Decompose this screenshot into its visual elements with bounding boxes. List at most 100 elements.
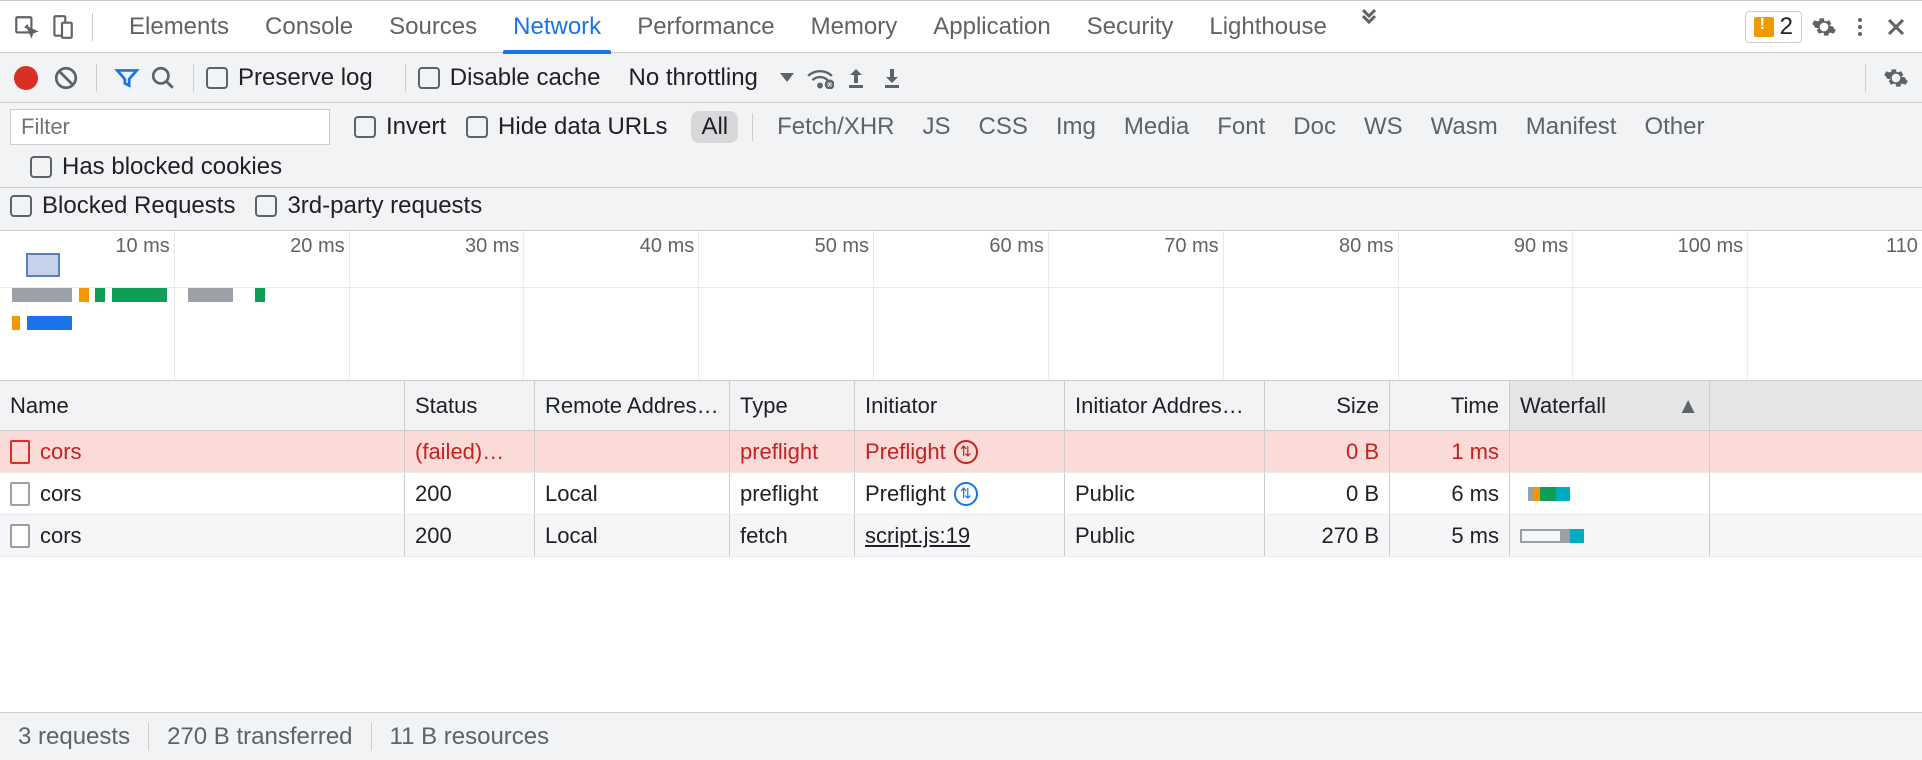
type-filter-font[interactable]: Font [1207,111,1275,143]
type-text: preflight [740,481,818,507]
table-row[interactable]: cors (failed)… preflight Preflight⇅ 0 B … [0,431,1922,473]
preserve-log-checkbox[interactable]: Preserve log [206,64,373,92]
tick-label: 20 ms [290,235,344,258]
network-table-body: cors (failed)… preflight Preflight⇅ 0 B … [0,431,1922,712]
type-filter-css[interactable]: CSS [969,111,1038,143]
type-filter-fetchxhr[interactable]: Fetch/XHR [767,111,904,143]
size-text: 0 B [1346,481,1379,507]
tick-label: 70 ms [1164,235,1218,258]
col-time[interactable]: Time [1390,381,1510,430]
status-requests: 3 requests [18,723,130,751]
time-text: 1 ms [1451,439,1499,465]
type-filter-js[interactable]: JS [913,111,961,143]
type-filter-img[interactable]: Img [1046,111,1106,143]
issues-badge[interactable]: 2 [1745,11,1802,43]
preflight-icon: ⇅ [954,440,978,464]
filter-input[interactable] [10,109,330,145]
file-icon [10,524,30,548]
type-filter-doc[interactable]: Doc [1283,111,1346,143]
issues-count: 2 [1780,13,1793,41]
table-row[interactable]: cors 200 Local preflight Preflight⇅ Publ… [0,473,1922,515]
waterfall-cell [1710,431,1922,472]
overview-selection[interactable] [26,253,60,277]
waterfall-cell [1710,473,1922,514]
tab-performance[interactable]: Performance [619,1,792,53]
type-filter-media[interactable]: Media [1114,111,1199,143]
waterfall-cell [1510,431,1710,472]
col-status[interactable]: Status [405,381,535,430]
invert-checkbox[interactable]: Invert [354,113,446,141]
time-text: 5 ms [1451,523,1499,549]
sort-asc-icon: ▲ [1677,393,1699,419]
type-filter-wasm[interactable]: Wasm [1421,111,1508,143]
type-filter-other[interactable]: Other [1634,111,1714,143]
size-text: 0 B [1346,439,1379,465]
has-blocked-cookies-checkbox[interactable]: Has blocked cookies [30,153,282,181]
upload-icon[interactable] [838,60,874,96]
warning-icon [1754,17,1774,37]
tab-console[interactable]: Console [247,1,371,53]
record-button[interactable] [14,66,38,90]
size-text: 270 B [1322,523,1380,549]
tab-application[interactable]: Application [915,1,1068,53]
disable-cache-checkbox[interactable]: Disable cache [418,64,601,92]
col-initiator[interactable]: Initiator [855,381,1065,430]
col-waterfall-extra[interactable] [1710,381,1922,430]
col-initiator-address[interactable]: Initiator Addres… [1065,381,1265,430]
col-waterfall[interactable]: Waterfall▲ [1510,381,1710,430]
type-filter-ws[interactable]: WS [1354,111,1413,143]
network-toolbar: Preserve log Disable cache No throttling [0,53,1922,103]
blocked-requests-checkbox[interactable]: Blocked Requests [10,192,235,220]
waterfall-cell [1510,473,1710,514]
third-party-checkbox[interactable]: 3rd-party requests [255,192,482,220]
type-filter-manifest[interactable]: Manifest [1516,111,1627,143]
separator [92,13,93,41]
table-row[interactable]: cors 200 Local fetch script.js:19 Public… [0,515,1922,557]
tick-label: 60 ms [989,235,1043,258]
tab-lighthouse[interactable]: Lighthouse [1191,1,1344,53]
device-toolbar-icon[interactable] [44,9,80,45]
tab-network[interactable]: Network [495,1,619,53]
panel-tabs: Elements Console Sources Network Perform… [111,1,1387,53]
inspect-element-icon[interactable] [8,9,44,45]
timeline-overview[interactable]: 10 ms 20 ms 30 ms 40 ms 50 ms 60 ms 70 m… [0,231,1922,381]
tab-memory[interactable]: Memory [793,1,916,53]
more-tabs-icon[interactable] [1351,1,1387,37]
type-filter-all[interactable]: All [691,111,738,143]
settings-gear-icon[interactable] [1878,60,1914,96]
col-remote-address[interactable]: Remote Addres… [535,381,730,430]
overview-bars [12,288,272,302]
tick-label: 80 ms [1339,235,1393,258]
tick-label: 10 ms [115,235,169,258]
request-name: cors [40,481,82,507]
throttling-select[interactable]: No throttling [628,64,793,92]
clear-icon[interactable] [48,60,84,96]
status-transferred: 270 B transferred [167,723,352,751]
type-text: fetch [740,523,788,549]
col-size[interactable]: Size [1265,381,1390,430]
network-conditions-icon[interactable] [802,60,838,96]
chevron-down-icon [780,73,794,82]
remote-addr: Local [545,523,598,549]
hide-data-urls-checkbox[interactable]: Hide data URLs [466,113,667,141]
request-name: cors [40,439,82,465]
tab-sources[interactable]: Sources [371,1,495,53]
kebab-menu-icon[interactable] [1842,9,1878,45]
initiator-link[interactable]: script.js:19 [865,523,970,549]
gear-icon[interactable] [1806,9,1842,45]
initiator-addr: Public [1075,523,1135,549]
col-name[interactable]: Name [0,381,405,430]
tab-elements[interactable]: Elements [111,1,247,53]
search-icon[interactable] [145,60,181,96]
tab-security[interactable]: Security [1069,1,1192,53]
status-resources: 11 B resources [390,723,550,751]
col-type[interactable]: Type [730,381,855,430]
separator [405,64,406,92]
initiator-text: Preflight [865,481,946,507]
separator [193,64,194,92]
filter-icon[interactable] [109,60,145,96]
download-icon[interactable] [874,60,910,96]
remote-addr: Local [545,481,598,507]
status-text: (failed)… [415,439,504,465]
close-icon[interactable] [1878,9,1914,45]
